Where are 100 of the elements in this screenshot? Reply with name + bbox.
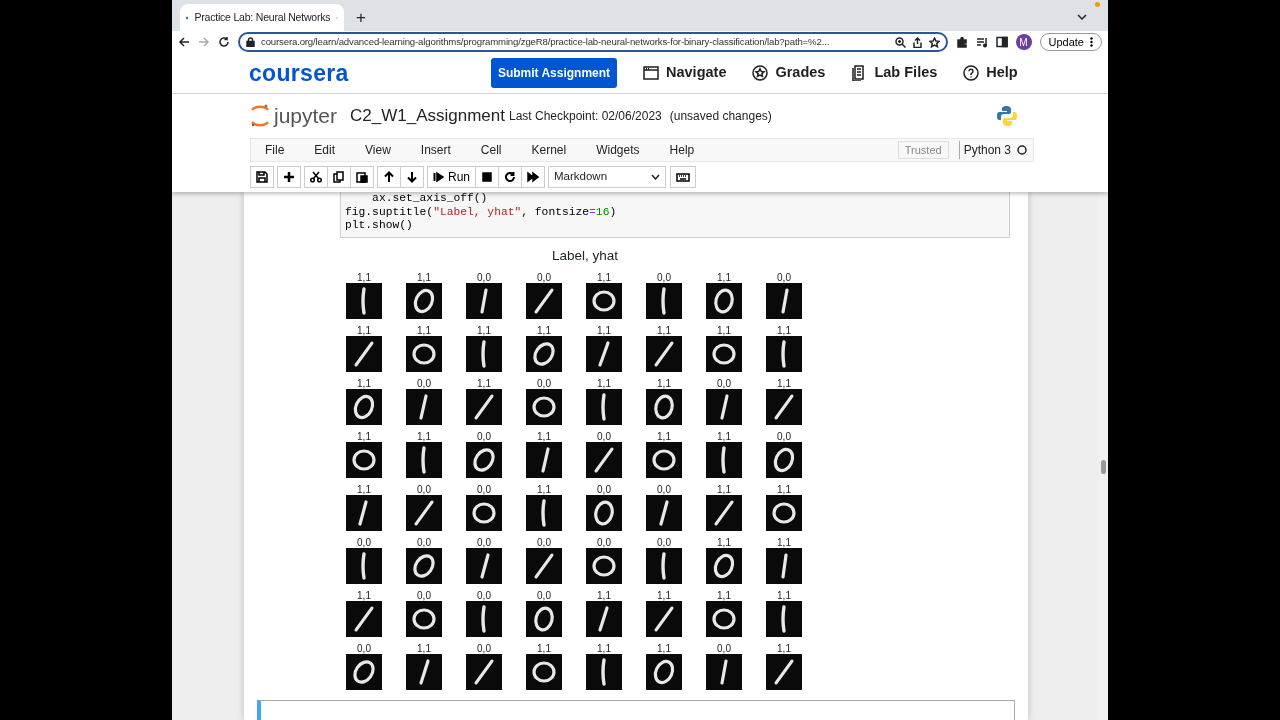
clipboard-button[interactable]	[350, 166, 374, 188]
subplot-title: 0,0	[417, 589, 431, 601]
reload-icon[interactable]	[218, 36, 230, 48]
cell-type-dropdown[interactable]: Markdown	[548, 166, 666, 188]
kernel-name[interactable]: Python 3	[963, 141, 1011, 159]
subplot-title: 1,1	[777, 324, 791, 336]
stop-icon	[481, 171, 493, 183]
share-icon[interactable]	[911, 36, 923, 48]
subplot-title: 1,1	[417, 271, 431, 283]
stop-button[interactable]	[475, 166, 499, 188]
update-button[interactable]: Update	[1039, 32, 1102, 52]
restart-button[interactable]	[498, 166, 522, 188]
subplot-title: 1,1	[717, 536, 731, 548]
subplot-title: 0,0	[537, 377, 551, 389]
kernel-idle-icon	[1017, 145, 1027, 155]
subplot-title: 0,0	[357, 642, 371, 654]
save-button[interactable]	[250, 166, 274, 188]
profile-avatar[interactable]: M	[1015, 34, 1032, 50]
subplot-title: 1,1	[357, 377, 371, 389]
subplot-title: 1,1	[717, 589, 731, 601]
subplot-title: 0,0	[777, 430, 791, 442]
code-line: ax.set_axis_off()	[371, 192, 489, 206]
nav-link[interactable]: Lab Files	[851, 62, 938, 84]
subplot-title: 1,1	[777, 483, 791, 495]
subplot-title: 0,0	[597, 536, 611, 548]
copy-icon	[333, 171, 345, 183]
zoom-icon[interactable]	[894, 36, 906, 48]
subplot-title: 1,1	[417, 430, 431, 442]
subplot-title: 0,0	[597, 430, 611, 442]
subplot-title: 1,1	[777, 589, 791, 601]
subplot-title: 0,0	[537, 271, 551, 283]
subplot-title: 1,1	[477, 324, 491, 336]
subplot-title: 1,1	[657, 642, 671, 654]
menu-item[interactable]: Help	[655, 141, 709, 159]
subplot-title: 1,1	[597, 271, 611, 283]
back-icon[interactable]	[178, 36, 190, 48]
puzzle-icon[interactable]	[955, 36, 968, 48]
arrow-up-icon	[383, 171, 395, 183]
subplot-title: 1,1	[657, 324, 671, 336]
subplot-title: 1,1	[357, 483, 371, 495]
new-tab-button[interactable]: +	[350, 4, 372, 31]
plus-button[interactable]	[277, 166, 301, 188]
arrow-down-icon	[406, 171, 418, 183]
coursera-logo[interactable]: coursera	[249, 55, 491, 91]
jupyter-logo[interactable]: jupyter	[250, 99, 350, 132]
star-icon[interactable]	[928, 36, 940, 48]
arrow-up-button[interactable]	[377, 166, 401, 188]
subplot-title: 0,0	[717, 642, 731, 654]
subplot-title: 0,0	[537, 536, 551, 548]
lock-icon	[246, 37, 255, 47]
chevron-down-icon[interactable]	[1077, 12, 1087, 22]
run-button[interactable]: Run	[427, 166, 476, 188]
fast-forward-button[interactable]	[521, 166, 545, 188]
menu-item[interactable]: Insert	[406, 141, 465, 159]
notebook-name[interactable]: C2_W1_Assignment	[350, 102, 505, 129]
subplot-title: 1,1	[777, 642, 791, 654]
menu-item[interactable]: Widgets	[582, 141, 654, 159]
sidebar-icon[interactable]	[995, 36, 1008, 48]
menu-item[interactable]: Kernel	[517, 141, 581, 159]
menu-item[interactable]: View	[351, 141, 405, 159]
subplot-title: 0,0	[417, 536, 431, 548]
subplot-title: 0,0	[477, 536, 491, 548]
menu-item[interactable]: Edit	[300, 141, 350, 159]
trusted-indicator[interactable]: Trusted	[897, 140, 949, 160]
arrow-down-button[interactable]	[400, 166, 424, 188]
subplot-title: 0,0	[357, 536, 371, 548]
menu-item[interactable]: File	[251, 141, 299, 159]
restart-icon	[504, 171, 516, 183]
subplot-title: 1,1	[657, 430, 671, 442]
jupyter-mark-icon	[250, 103, 270, 128]
notification-dot-icon	[1095, 2, 1100, 7]
scissors-icon	[310, 171, 322, 183]
help-icon	[963, 65, 980, 81]
subplot-title: 0,0	[657, 483, 671, 495]
python-logo-icon	[996, 104, 1018, 127]
menu-item[interactable]: Cell	[466, 141, 516, 159]
scrollbar-thumb[interactable]	[1101, 460, 1106, 474]
subplot-title: 1,1	[717, 483, 731, 495]
submit-assignment-button[interactable]: Submit Assignment	[491, 58, 617, 88]
subplot-title: 0,0	[537, 589, 551, 601]
caret-icon	[651, 174, 660, 180]
subplot-title: 1,1	[657, 377, 671, 389]
subplot-title: 0,0	[597, 483, 611, 495]
nav-link[interactable]: Grades	[752, 62, 826, 84]
subplot-title: 1,1	[417, 324, 431, 336]
browser-tab[interactable]: Practice Lab: Neural Networks	[180, 4, 344, 31]
subplot-title: 0,0	[477, 430, 491, 442]
code-line: fig.suptitle("Label, yhat", fontsize=16)	[345, 205, 618, 219]
nav-link[interactable]: Help	[963, 62, 1018, 84]
address-bar[interactable]: coursera.org/learn/advanced-learning-algorithms/programming/zgeR8/practice-lab-neural-networks-for-binary-classification/lab?path=%2...	[238, 32, 948, 52]
nav-link[interactable]: Navigate	[643, 62, 727, 84]
checkpoint-text: Last Checkpoint: 02/06/2023	[508, 107, 662, 125]
save-icon	[256, 171, 268, 183]
subplot-title: 0,0	[657, 536, 671, 548]
code-cell[interactable]: ax.set_axis_off() fig.suptitle("Label, yhat", fontsize=16) plt.show()	[340, 192, 1010, 238]
scissors-button[interactable]	[304, 166, 328, 188]
keyboard-button[interactable]	[670, 166, 696, 188]
media-icon[interactable]	[975, 36, 988, 48]
subplot-title: 0,0	[777, 271, 791, 283]
copy-button[interactable]	[327, 166, 351, 188]
